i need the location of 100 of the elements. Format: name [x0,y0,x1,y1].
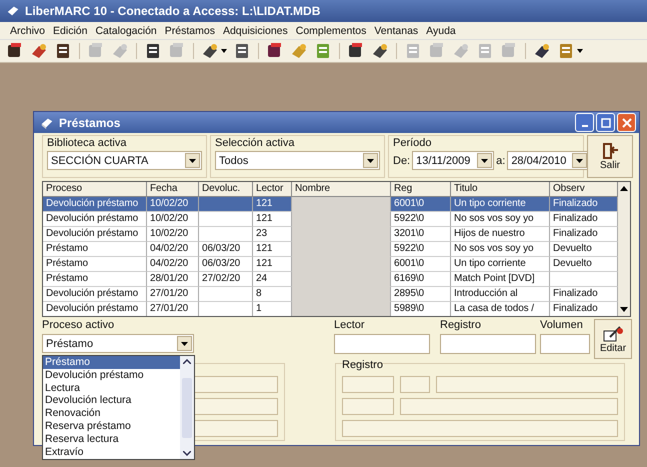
dropdown-option[interactable]: Reserva préstamo [43,420,180,433]
caret-icon [481,158,488,162]
table-row[interactable]: Préstamo 04/02/20 06/03/20 121 5922\0 No sos vos soy yo Devuelto [43,242,618,257]
table-cell: Introducción al [454,288,518,299]
table-cell: Devolución préstamo [46,288,138,299]
table-cell: 10/02/20 [150,213,188,224]
field-label: Lector [334,319,366,332]
field-label: Período [393,137,433,150]
table-row[interactable]: Devolución préstamo 27/01/20 8 2895\0 Introducción al Finalizado [43,287,618,302]
maximize-button[interactable] [596,113,615,132]
table-cell: 04/02/20 [150,258,188,269]
record-field[interactable] [440,334,536,354]
table-row[interactable]: Devolución préstamo 10/02/20 121 5922\0 No sos vos soy yo Finalizado [43,212,618,227]
table-cell: 27/02/20 [202,273,240,284]
table-row[interactable]: Devolución préstamo 27/01/20 1 5989\0 La casa de todos / Finalizado [43,302,618,316]
table-cell: 23 [256,228,267,239]
menu-item[interactable]: Ayuda [422,24,460,36]
window-title: Préstamos [59,116,122,130]
scroll-up-icon [183,359,191,364]
field-label: Selección activa [215,137,296,150]
date-picker[interactable]: 13/11/2009 [412,151,494,170]
menu-item[interactable]: Ventanas [370,24,422,36]
caret-icon [367,158,374,162]
field-label: De: [393,154,410,166]
table-cell: Un tipo corriente [454,198,526,209]
read-only-field [342,376,394,393]
dropdown-option[interactable]: Préstamo [43,356,180,369]
caret-icon [576,158,584,162]
dropdown-option[interactable]: Devolución lectura [43,394,180,408]
table-cell: 5922\0 [394,243,424,254]
dropdown-option[interactable]: Extravío [43,446,180,458]
table-row[interactable]: Préstamo 04/02/20 06/03/20 121 6001\0 Un tipo corriente Devuelto [43,257,618,272]
field-label: a: [496,154,506,166]
scrollbar[interactable] [180,356,194,459]
table-cell: 8 [256,288,262,299]
exit-button[interactable]: Salir [587,135,633,178]
menu-item[interactable]: Edición [49,24,92,36]
table-cell: 24 [256,273,267,284]
field-label: Registro [440,319,482,332]
edit-icon [602,324,624,342]
library-dropdown[interactable]: SECCIÓN CUARTA [47,151,202,170]
table-cell: Un tipo corriente [454,258,526,269]
table-cell: 06/03/20 [202,243,240,254]
dropdown-option[interactable]: Reserva lectura [43,432,180,446]
table-cell: Finalizado [553,288,598,299]
scroll-down-icon [183,451,191,456]
dropdown-option[interactable]: Renovación [43,407,180,420]
table-cell: 04/02/20 [150,243,188,254]
caret-icon [181,342,188,346]
scroll-up-icon [620,186,628,191]
table-cell: Devuelto [553,258,592,269]
table-cell: 3201\0 [394,228,424,239]
table-cell: Devuelto [553,243,592,254]
table-cell: Préstamo [46,273,88,284]
table-cell: 27/01/20 [150,288,188,299]
close-button[interactable] [617,113,636,132]
table-cell: No sos vos soy yo [454,213,534,224]
table-cell: 2895\0 [394,288,424,299]
menu-item[interactable]: Catalogación [91,24,161,36]
menu-item[interactable]: Archivo [6,24,50,36]
minimize-button[interactable] [575,113,594,132]
reader-field[interactable] [334,334,430,354]
table-row[interactable]: Devolución préstamo 10/02/20 23 3201\0 Hijos de nuestro Finalizado [43,227,618,242]
scrollbar[interactable] [618,182,630,316]
table-cell: 121 [256,243,272,254]
table-cell: Préstamo [46,243,88,254]
table-cell: 10/02/20 [150,198,188,209]
table-cell: Devolución préstamo [46,213,138,224]
selection-dropdown[interactable]: Todos [215,151,380,170]
table-cell: La casa de todos / [454,303,534,314]
table-cell: Finalizado [553,303,598,314]
table-cell: 28/01/20 [150,273,188,284]
dropdown-option[interactable]: Devolución préstamo [43,368,180,382]
app-logo-icon [6,4,20,18]
read-only-field [342,398,394,415]
edit-button[interactable]: Editar [594,319,632,359]
table-cell: 5989\0 [394,303,424,314]
process-dropdown[interactable]: Préstamo [42,334,194,353]
field-label: Biblioteca activa [47,137,128,150]
table-cell: No sos vos soy yo [454,243,534,254]
table-cell: Devolución préstamo [46,228,138,239]
table-cell: 6001\0 [394,258,424,269]
table-cell: Match Point [DVD] [454,273,535,284]
table-row[interactable]: Devolución préstamo 10/02/20 121 6001\0 Un tipo corriente Finalizado [43,197,618,212]
table-cell: 121 [256,258,272,269]
field-label: Proceso activo [42,319,116,332]
menu-item[interactable]: Préstamos [160,24,219,36]
table-cell: 6001\0 [394,198,424,209]
date-picker[interactable]: 28/04/2010 [507,151,590,170]
table-cell: Hijos de nuestro [454,228,525,239]
menu-item[interactable]: Complementos [292,24,370,36]
table-cell: 5922\0 [394,213,424,224]
field-label: Volumen [540,319,584,332]
dropdown-option[interactable]: Lectura [43,382,180,394]
menu-item[interactable]: Adquisiciones [218,24,292,36]
close-icon [622,118,632,128]
table-row[interactable]: Préstamo 28/01/20 27/02/20 24 6169\0 Match Point [DVD] [43,272,618,287]
table-cell: 6169\0 [394,273,424,284]
volume-field[interactable] [540,334,590,354]
table-cell: 27/01/20 [150,303,188,314]
